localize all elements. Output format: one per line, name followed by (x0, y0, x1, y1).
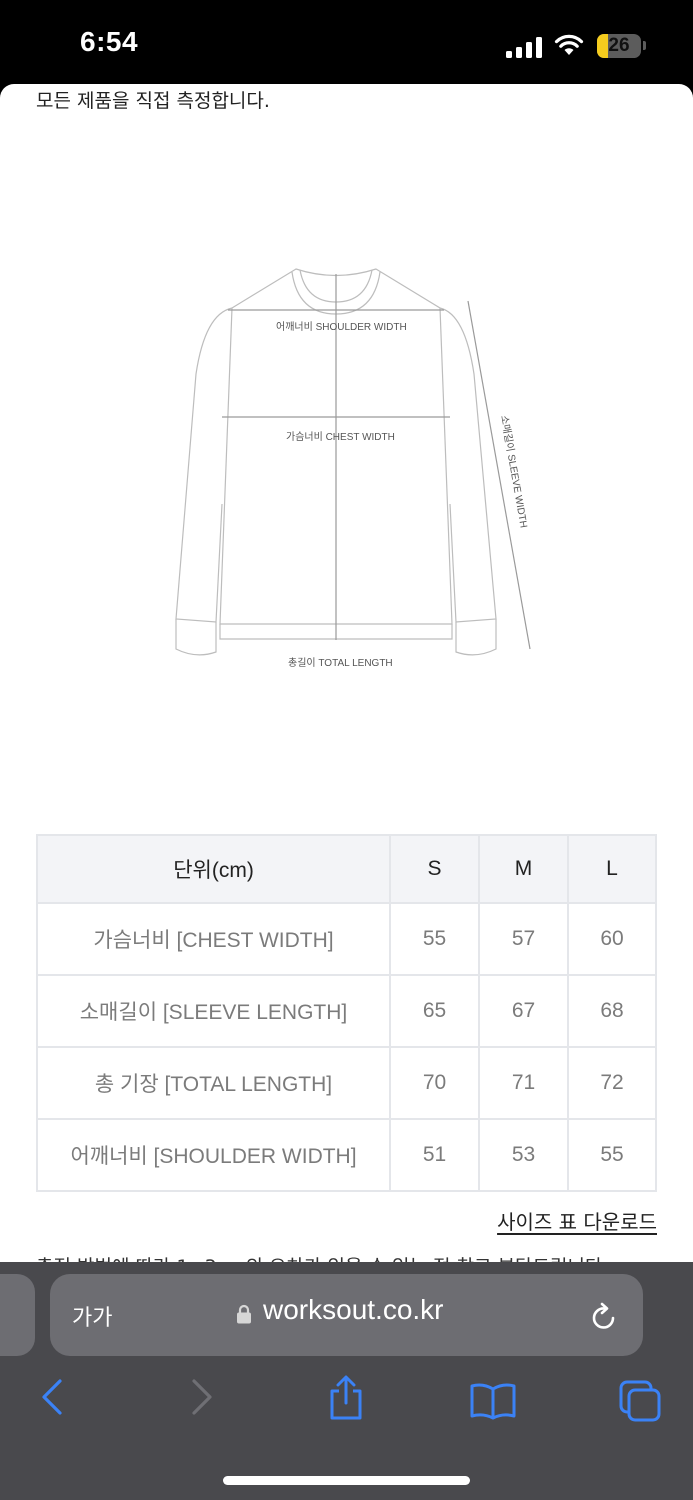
table-row: 소매길이 [SLEEVE LENGTH] 65 67 68 (36, 974, 657, 1048)
address-bar[interactable]: 가가 worksout.co.kr (50, 1274, 643, 1356)
cell-l: 68 (567, 974, 657, 1048)
cell-m: 71 (478, 1046, 569, 1120)
browser-toolbar: 가가 worksout.co.kr (0, 1262, 693, 1500)
diagram-label-chest: 가슴너비 CHEST WIDTH (286, 431, 395, 443)
share-icon[interactable] (326, 1375, 366, 1421)
diagram-label-sleeve: 소매길이 SLEEVE WIDTH (498, 414, 531, 529)
size-chart-download-link[interactable]: 사이즈 표 다운로드 (497, 1206, 657, 1235)
size-table-header: 단위(cm) S M L (36, 834, 657, 904)
reload-icon[interactable] (590, 1301, 618, 1331)
url-text[interactable]: worksout.co.kr (263, 1294, 444, 1326)
cell-m: 57 (478, 902, 569, 976)
previous-tab-pill[interactable] (0, 1274, 35, 1356)
cell-l: 72 (567, 1046, 657, 1120)
bookmarks-icon[interactable] (469, 1381, 517, 1421)
table-row: 총 기장 [TOTAL LENGTH] 70 71 72 (36, 1046, 657, 1120)
table-row: 어깨너비 [SHOULDER WIDTH] 51 53 55 (36, 1118, 657, 1192)
back-icon[interactable] (38, 1377, 66, 1417)
measurement-notice: 모든 제품을 직접 측정합니다. (36, 90, 270, 112)
row-label: 총 기장 [TOTAL LENGTH] (36, 1046, 391, 1120)
header-size-m: M (478, 834, 569, 904)
wifi-icon (554, 34, 584, 55)
text-size-button[interactable]: 가가 (72, 1300, 112, 1332)
row-label: 가슴너비 [CHEST WIDTH] (36, 902, 391, 976)
header-unit: 단위(cm) (36, 834, 391, 904)
cell-s: 65 (389, 974, 480, 1048)
forward-icon[interactable] (188, 1377, 216, 1417)
cell-l: 60 (567, 902, 657, 976)
signal-icon (506, 36, 544, 58)
table-row: 가슴너비 [CHEST WIDTH] 55 57 60 (36, 902, 657, 976)
web-page[interactable]: 모든 제품을 직접 측정합니다. 어깨너비 SHOULDER WIDTH 가슴너… (0, 84, 693, 1264)
battery-icon: 26 (597, 34, 641, 58)
cell-m: 67 (478, 974, 569, 1048)
header-size-s: S (389, 834, 480, 904)
sweater-measurement-diagram: 어깨너비 SHOULDER WIDTH 가슴너비 CHEST WIDTH 총길이… (175, 268, 531, 669)
lock-icon (237, 1304, 251, 1324)
row-label: 소매길이 [SLEEVE LENGTH] (36, 974, 391, 1048)
status-time: 6:54 (80, 26, 139, 57)
cell-s: 51 (389, 1118, 480, 1192)
cell-s: 70 (389, 1046, 480, 1120)
tabs-icon[interactable] (618, 1379, 662, 1423)
home-indicator[interactable] (223, 1476, 470, 1485)
header-size-l: L (567, 834, 657, 904)
status-bar: 6:54 26 (0, 0, 693, 90)
battery-level: 26 (608, 35, 630, 56)
row-label: 어깨너비 [SHOULDER WIDTH] (36, 1118, 391, 1192)
diagram-label-shoulder: 어깨너비 SHOULDER WIDTH (276, 321, 407, 333)
diagram-label-total: 총길이 TOTAL LENGTH (288, 656, 393, 669)
size-table: 단위(cm) S M L 가슴너비 [CHEST WIDTH] 55 57 60… (36, 834, 657, 1192)
cell-s: 55 (389, 902, 480, 976)
cell-l: 55 (567, 1118, 657, 1192)
cell-m: 53 (478, 1118, 569, 1192)
